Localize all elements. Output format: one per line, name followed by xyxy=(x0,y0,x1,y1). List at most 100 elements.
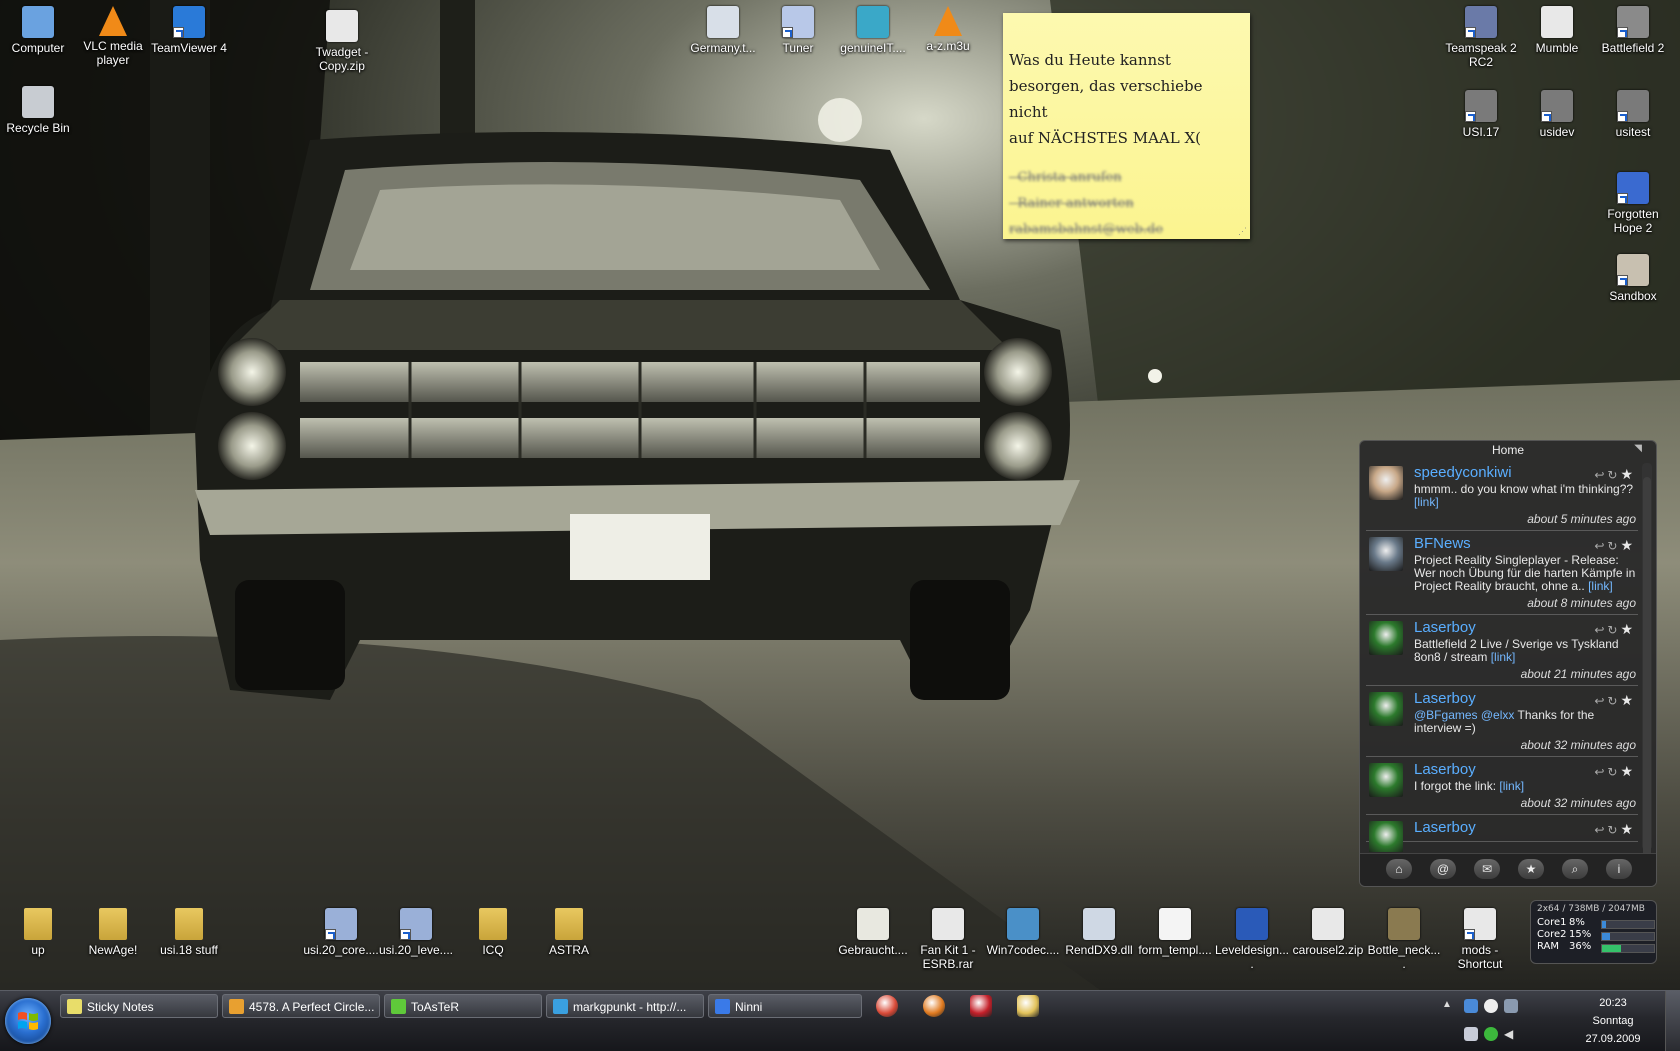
desktop-icon[interactable]: RendDX9.dll xyxy=(1061,908,1137,957)
desktop-icon[interactable]: usidev xyxy=(1519,90,1595,139)
desktop-icon[interactable]: ICQ xyxy=(455,908,531,957)
desktop-icon[interactable]: USI.17 xyxy=(1443,90,1519,139)
tweet-link[interactable]: [link] xyxy=(1414,495,1439,509)
reply-icon[interactable]: ↩ xyxy=(1594,468,1607,482)
favorite-star-icon[interactable]: ★ xyxy=(1620,537,1636,553)
desktop-icon[interactable]: usi.18 stuff xyxy=(151,908,227,957)
taskbar-window-button[interactable]: Sticky Notes xyxy=(60,994,218,1018)
desktop-icon[interactable]: Twadget - Copy.zip xyxy=(304,10,380,73)
tweet-item[interactable]: Laserboy ↩↻★ @BFgames @elxx Thanks for the… xyxy=(1366,686,1638,757)
reply-icon[interactable]: ↩ xyxy=(1594,765,1607,779)
gadget-options-icon[interactable]: ◥ xyxy=(1634,443,1642,454)
tweet-item[interactable]: Laserboy ↩↻★ Battlefield 2 Live / Sverige … xyxy=(1366,615,1638,686)
desktop-icon[interactable]: NewAge! xyxy=(75,908,151,957)
tweet-link[interactable]: [link] xyxy=(1491,650,1516,664)
desktop-icon[interactable]: carousel2.zip xyxy=(1290,908,1366,957)
avatar[interactable] xyxy=(1369,621,1403,655)
desktop-icon[interactable]: Fan Kit 1 - ESRB.rar xyxy=(910,908,986,971)
computer-icon xyxy=(22,6,54,38)
avatar[interactable] xyxy=(1369,763,1403,797)
avatar[interactable] xyxy=(1369,692,1403,726)
taskbar-window-button[interactable]: 4578. A Perfect Circle... xyxy=(222,994,380,1018)
desktop-icon[interactable]: form_templ.... xyxy=(1137,908,1213,957)
desktop-icon[interactable]: Tuner xyxy=(760,6,836,55)
avatar[interactable] xyxy=(1369,466,1403,500)
explorer-folder-icon[interactable] xyxy=(1017,995,1039,1017)
at-icon[interactable]: @ xyxy=(1430,859,1456,879)
reply-icon[interactable]: ↩ xyxy=(1594,694,1607,708)
desktop-icon[interactable]: a-z.m3u xyxy=(910,6,986,53)
favorite-star-icon[interactable]: ★ xyxy=(1620,692,1636,708)
desktop-icon[interactable]: Recycle Bin xyxy=(0,86,76,135)
favorite-star-icon[interactable]: ★ xyxy=(1620,466,1636,482)
desktop-icon[interactable]: Sandbox xyxy=(1595,254,1671,303)
clock[interactable]: 20:23 Sonntag 27.09.2009 xyxy=(1576,994,1650,1048)
desktop-icon[interactable]: Germany.t... xyxy=(685,6,761,55)
tweet-item[interactable]: Laserboy ↩↻★ I forgot the link: [link] abou… xyxy=(1366,757,1638,815)
desktop-icon[interactable]: usi.20_core.... xyxy=(303,908,379,957)
star-icon[interactable]: ★ xyxy=(1518,859,1544,879)
desktop-icon[interactable]: Forgotten Hope 2 xyxy=(1595,172,1671,235)
mumble-tray-icon[interactable] xyxy=(1484,999,1498,1013)
search-icon[interactable]: ⌕ xyxy=(1562,859,1588,879)
home-icon[interactable]: ⌂ xyxy=(1386,859,1412,879)
desktop-icon[interactable]: Computer xyxy=(0,6,76,55)
filezilla-icon[interactable] xyxy=(970,995,992,1017)
reply-icon[interactable]: ↩ xyxy=(1594,623,1607,637)
info-icon[interactable]: i xyxy=(1606,859,1632,879)
chrome-icon[interactable] xyxy=(876,995,898,1017)
scrollbar-thumb[interactable] xyxy=(1643,477,1651,857)
desktop-icon[interactable]: mods - Shortcut xyxy=(1442,908,1518,971)
reply-icon[interactable]: ↩ xyxy=(1594,539,1607,553)
avatar[interactable] xyxy=(1369,821,1403,852)
retweet-icon[interactable]: ↻ xyxy=(1607,765,1620,779)
mail-icon[interactable]: ✉ xyxy=(1474,859,1500,879)
tweet-link[interactable]: [link] xyxy=(1588,579,1613,593)
favorite-star-icon[interactable]: ★ xyxy=(1620,821,1636,837)
favorite-star-icon[interactable]: ★ xyxy=(1620,763,1636,779)
avatar[interactable] xyxy=(1369,537,1403,571)
tweet-list[interactable]: speedyconkiwi ↩↻★ hmmm.. do you know what … xyxy=(1366,460,1638,852)
taskbar-window-button[interactable]: ToAsTeR xyxy=(384,994,542,1018)
desktop-icon[interactable]: VLC media player xyxy=(75,6,151,67)
start-button[interactable] xyxy=(5,998,51,1044)
tweet-item[interactable]: speedyconkiwi ↩↻★ hmmm.. do you know what … xyxy=(1366,460,1638,531)
desktop-icon[interactable]: Bottle_neck.... xyxy=(1366,908,1442,971)
tweet-mentions[interactable]: @BFgames @elxx xyxy=(1414,708,1518,722)
tweet-item[interactable]: Laserboy ↩↻★ xyxy=(1366,815,1638,852)
firefox-icon[interactable] xyxy=(923,995,945,1017)
retweet-icon[interactable]: ↻ xyxy=(1607,823,1620,837)
tweet-scrollbar[interactable] xyxy=(1642,463,1652,857)
taskbar-window-button[interactable]: Ninni xyxy=(708,994,862,1018)
network-icon[interactable] xyxy=(1464,999,1478,1013)
desktop-icon[interactable]: usi.20_leve.... xyxy=(378,908,454,957)
desktop-icon[interactable]: usitest xyxy=(1595,90,1671,139)
retweet-icon[interactable]: ↻ xyxy=(1607,694,1620,708)
desktop-icon[interactable]: Leveldesign.... xyxy=(1214,908,1290,971)
retweet-icon[interactable]: ↻ xyxy=(1607,623,1620,637)
sticky-note[interactable]: Was du Heute kannst besorgen, das versch… xyxy=(1003,13,1250,239)
tweet-item[interactable]: BFNews ↩↻★ Project Reality Singleplayer - … xyxy=(1366,531,1638,615)
desktop-icon[interactable]: ASTRA xyxy=(531,908,607,957)
g-icon[interactable] xyxy=(1484,1027,1498,1041)
tweet-link[interactable]: [link] xyxy=(1499,779,1524,793)
desktop-icon[interactable]: genuineIT.... xyxy=(835,6,911,55)
teamspeak-tray-icon[interactable] xyxy=(1504,999,1518,1013)
reply-icon[interactable]: ↩ xyxy=(1594,823,1607,837)
resize-grip-icon[interactable]: ⋰ xyxy=(1238,228,1247,237)
taskbar-window-button[interactable]: markgpunkt - http://... xyxy=(546,994,704,1018)
show-hidden-icons-icon[interactable]: ▲ xyxy=(1442,999,1452,1010)
desktop-icon[interactable]: Mumble xyxy=(1519,6,1595,55)
show-desktop-button[interactable] xyxy=(1665,991,1680,1051)
desktop-icon[interactable]: Win7codec.... xyxy=(985,908,1061,957)
desktop-icon[interactable]: Battlefield 2 xyxy=(1595,6,1671,55)
desktop-icon[interactable]: Gebraucht.... xyxy=(835,908,911,957)
favorite-star-icon[interactable]: ★ xyxy=(1620,621,1636,637)
desktop-icon[interactable]: Teamspeak 2 RC2 xyxy=(1443,6,1519,69)
retweet-icon[interactable]: ↻ xyxy=(1607,468,1620,482)
desktop-icon[interactable]: up xyxy=(0,908,76,957)
retweet-icon[interactable]: ↻ xyxy=(1607,539,1620,553)
mumble-small-icon[interactable] xyxy=(1464,1027,1478,1041)
volume-icon[interactable]: ◀ xyxy=(1504,1027,1518,1041)
desktop-icon[interactable]: TeamViewer 4 xyxy=(151,6,227,55)
